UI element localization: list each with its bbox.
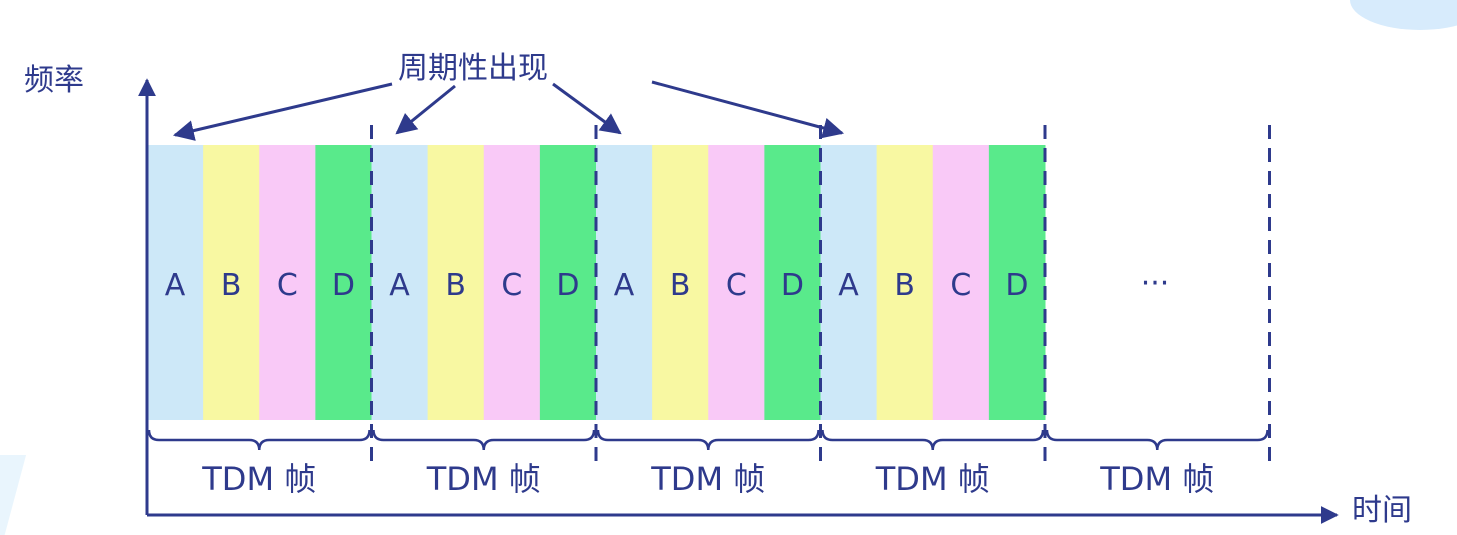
slot-label-d-frame-2: D <box>556 268 579 303</box>
slot-label-a-frame-4: A <box>838 268 859 303</box>
slot-label-a-frame-1: A <box>165 268 186 303</box>
slot-label-c-frame-2: C <box>501 268 522 303</box>
y-axis-label: 频率 <box>24 63 84 98</box>
annotation-text: 周期性出现 <box>398 51 548 86</box>
frame-label-5: TDM 帧 <box>1099 460 1214 498</box>
slot-label-c-frame-1: C <box>277 268 298 303</box>
corner-blob-decoration <box>1350 0 1457 30</box>
frame-brace-4 <box>821 429 1045 451</box>
annotation-arrow-4 <box>651 80 845 139</box>
slot-label-b-frame-2: B <box>445 268 466 303</box>
frame-label-1: TDM 帧 <box>201 460 316 498</box>
slot-label-c-frame-3: C <box>726 268 747 303</box>
ellipsis-text: ··· <box>1141 266 1170 301</box>
annotation-arrow-3 <box>552 82 622 135</box>
frame-label-4: TDM 帧 <box>875 460 990 498</box>
frame-label-3: TDM 帧 <box>650 460 765 498</box>
slot-label-d-frame-3: D <box>781 268 804 303</box>
annotation-arrow-2 <box>395 84 456 135</box>
x-axis-label: 时间 <box>1352 493 1412 528</box>
annotation-arrow-1 <box>172 82 393 141</box>
brace-layer: TDM 帧 TDM 帧 TDM 帧 TDM 帧 TDM 帧 <box>147 429 1269 498</box>
frame-brace-3 <box>596 429 820 451</box>
slot-label-a-frame-2: A <box>389 268 410 303</box>
frame-brace-2 <box>372 429 596 451</box>
slot-label-a-frame-3: A <box>614 268 635 303</box>
frame-brace-1 <box>147 429 371 451</box>
frame-label-2: TDM 帧 <box>426 460 541 498</box>
frame-brace-5 <box>1045 429 1269 451</box>
corner-device-decoration <box>0 455 27 535</box>
slot-label-b-frame-1: B <box>221 268 242 303</box>
slot-label-b-frame-3: B <box>670 268 691 303</box>
tdm-diagram: ABCDABCDABCDABCD TDM 帧 TDM 帧 TDM 帧 TDM 帧 TDM… <box>0 0 1457 535</box>
slot-label-d-frame-1: D <box>332 268 355 303</box>
annotation-arrows <box>172 80 845 141</box>
slot-label-d-frame-4: D <box>1005 268 1028 303</box>
slot-label-c-frame-4: C <box>950 268 971 303</box>
slot-label-b-frame-4: B <box>894 268 915 303</box>
